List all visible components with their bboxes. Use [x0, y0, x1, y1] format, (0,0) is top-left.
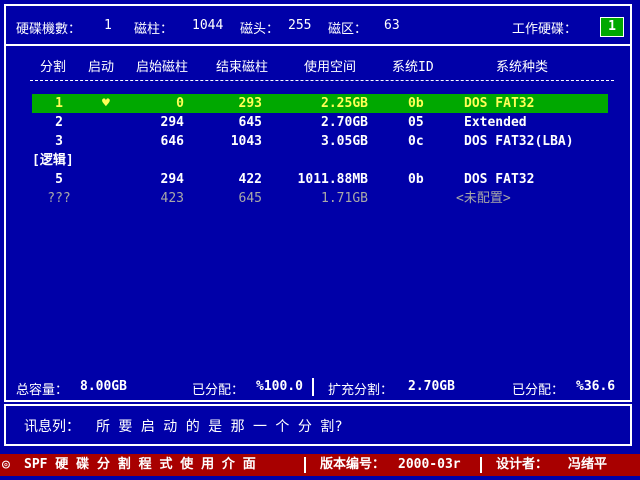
heads-label: 磁头： [240, 22, 280, 37]
total-capacity-value: 8.00GB [80, 379, 127, 394]
message-label: 讯息列： [24, 419, 80, 435]
start-cylinder: 0 [176, 96, 184, 111]
working-disk-selector[interactable]: 1 [600, 17, 624, 37]
partition-number: 1 [55, 96, 63, 111]
sectors-value: 63 [384, 18, 400, 33]
disk-count-label: 硬碟機數： [16, 22, 82, 37]
cylinders-label: 磁柱： [134, 22, 174, 37]
extended-label: 扩充分割： [328, 383, 394, 398]
partition-number: 5 [55, 172, 63, 187]
col-system-type: 系统种类 [496, 60, 549, 75]
version-value: 2000-03r [398, 457, 461, 472]
message-text: 所 要 启 动 的 是 那 一 个 分 割? [96, 419, 343, 435]
version-label: 版本编号： [320, 457, 386, 472]
total-capacity-label: 总容量： [16, 383, 69, 398]
header-dashed-divider [30, 80, 614, 81]
system-type: DOS FAT32(LBA) [464, 134, 574, 149]
disk-count-value: 1 [104, 18, 112, 33]
system-type: <未配置> [456, 191, 511, 206]
start-cylinder: 294 [160, 172, 184, 187]
allocated-value: %100.0 [256, 379, 303, 394]
designer-name: 冯绪平 [568, 457, 608, 472]
system-id: 0c [408, 134, 424, 149]
system-id: 0b [408, 172, 424, 187]
system-id: 0b [408, 96, 424, 111]
col-used-space: 使用空间 [304, 60, 357, 75]
used-space: 1011.88MB [297, 172, 368, 187]
start-cylinder: 423 [160, 191, 184, 206]
used-space: 2.25GB [321, 96, 368, 111]
cylinders-value: 1044 [192, 18, 224, 33]
used-space: 1.71GB [321, 191, 368, 206]
status-divider [480, 457, 482, 473]
system-type: DOS FAT32 [464, 172, 535, 187]
partition-number: ??? [47, 191, 71, 206]
system-type: Extended [464, 115, 527, 130]
col-system-id: 系统ID [392, 60, 434, 75]
app-title: SPF 硬 碟 分 割 程 式 使 用 介 面 [24, 457, 256, 472]
end-cylinder: 645 [238, 115, 262, 130]
used-space: 3.05GB [321, 134, 368, 149]
sectors-label: 磁区： [328, 22, 368, 37]
col-start-cylinder: 启始磁柱 [136, 60, 189, 75]
used-space: 2.70GB [321, 115, 368, 130]
partition-number: 2 [55, 115, 63, 130]
partition-number: 3 [55, 134, 63, 149]
start-cylinder: 646 [160, 134, 184, 149]
boot-heart-icon: ♥ [102, 96, 110, 111]
system-type: DOS FAT32 [464, 96, 535, 111]
end-cylinder: 422 [238, 172, 262, 187]
ext-allocated-label: 已分配： [512, 383, 565, 398]
col-end-cylinder: 结束磁柱 [216, 60, 269, 75]
working-disk-label: 工作硬碟： [512, 22, 578, 37]
summary-divider [312, 378, 314, 396]
end-cylinder: 645 [238, 191, 262, 206]
logical-label: [逻辑] [32, 153, 74, 168]
start-cylinder: 294 [160, 115, 184, 130]
status-divider [304, 457, 306, 473]
system-id: 05 [408, 115, 424, 130]
allocated-label: 已分配： [192, 383, 245, 398]
extended-value: 2.70GB [408, 379, 455, 394]
col-partition: 分割 [40, 60, 67, 75]
ext-allocated-value: %36.6 [576, 379, 616, 394]
header-divider [4, 44, 632, 46]
heads-value: 255 [288, 18, 312, 33]
col-boot: 启动 [88, 60, 115, 75]
end-cylinder: 1043 [230, 134, 262, 149]
target-icon: ◎ [2, 457, 10, 472]
end-cylinder: 293 [238, 96, 262, 111]
designer-label: 设计者： [496, 457, 549, 472]
status-bar: ◎ SPF 硬 碟 分 割 程 式 使 用 介 面 版本编号： 2000-03r… [0, 454, 640, 476]
